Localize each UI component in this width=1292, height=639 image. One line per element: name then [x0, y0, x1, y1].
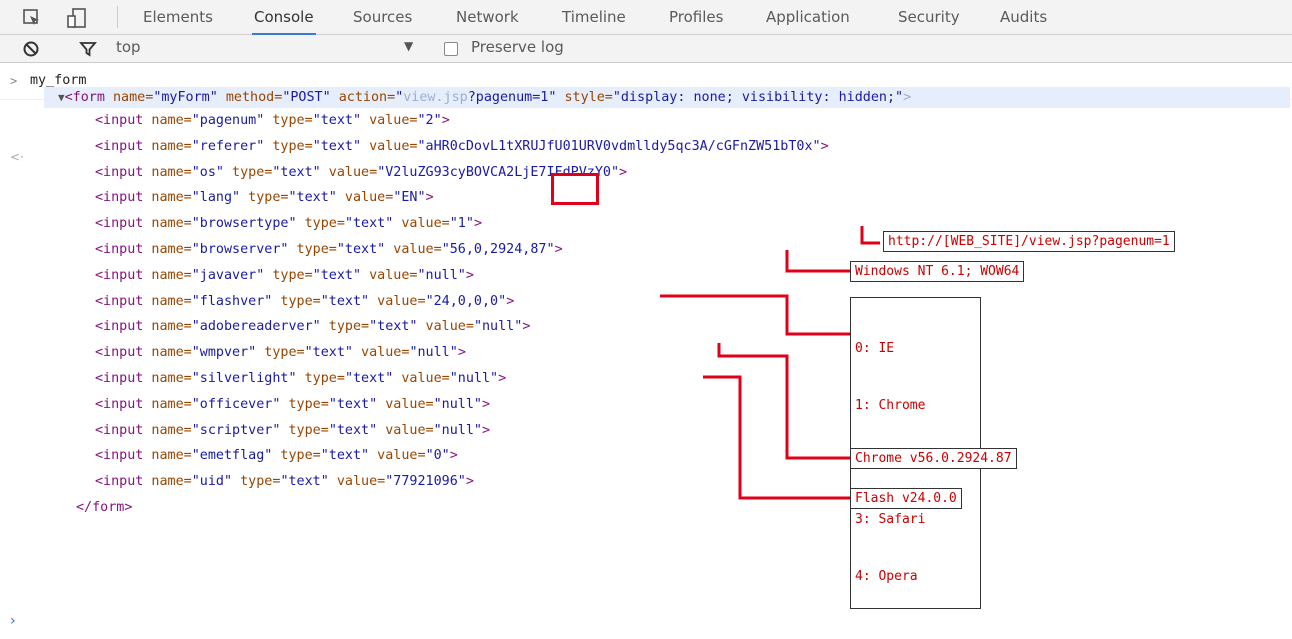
browserver-decoded-annotation: Chrome v56.0.2924.87: [850, 448, 1017, 469]
legend-opera: 4: Opera: [855, 569, 918, 584]
annotation-lines: [660, 226, 880, 500]
legend-safari: 3: Safari: [855, 512, 926, 527]
console-prompt-icon[interactable]: ›: [10, 613, 16, 629]
os-decoded-annotation: Windows NT 6.1; WOW64: [850, 261, 1025, 282]
legend-ie: 0: IE: [855, 341, 895, 356]
referer-decoded-annotation: http://[WEB_SITE]/view.jsp?pagenum=1: [883, 231, 1175, 252]
legend-chrome: 1: Chrome: [855, 398, 926, 413]
flashver-decoded-annotation: Flash v24.0.0: [850, 488, 962, 509]
pagenum-value-highlight: [551, 173, 599, 205]
